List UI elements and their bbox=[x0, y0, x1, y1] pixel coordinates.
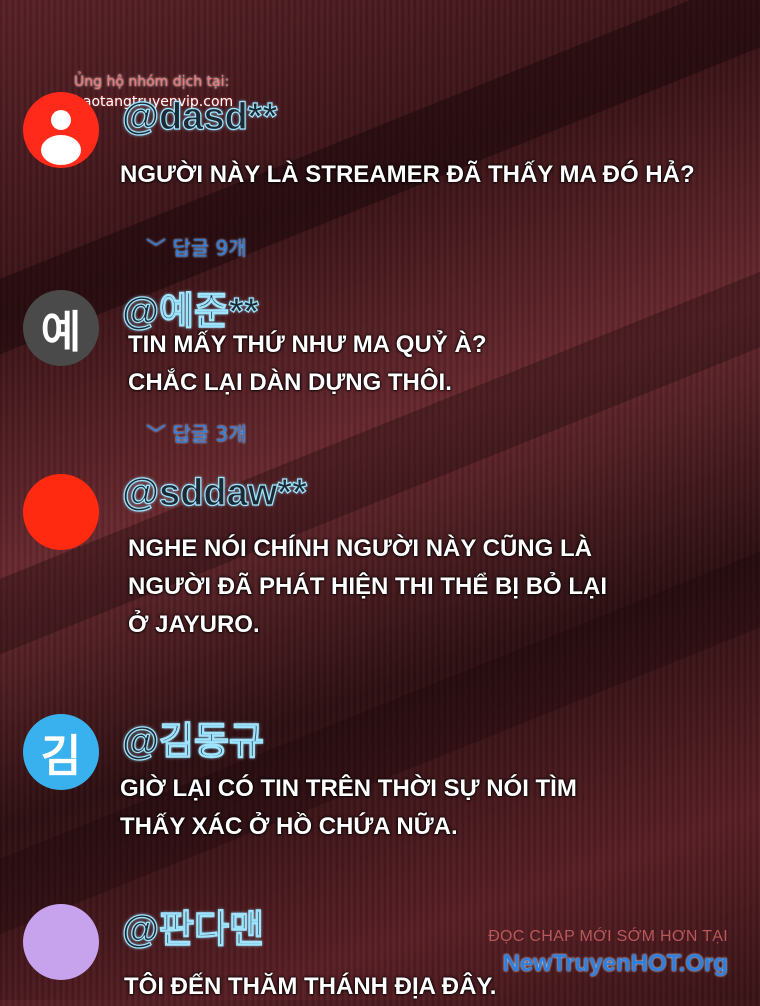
username[interactable]: @판다맨 bbox=[121, 898, 264, 953]
username[interactable]: @김동규 bbox=[121, 710, 264, 765]
comment-text: NGƯỜI NÀY LÀ STREAMER ĐÃ THẤY MA ĐÓ HẢ? bbox=[120, 161, 695, 188]
comment-text: NGHE NÓI CHÍNH NGƯỜI NÀY CŨNG LÀ NGƯỜI Đ… bbox=[128, 535, 608, 638]
comment-text: GIỜ LẠI CÓ TIN TRÊN THỜI SỰ NÓI TÌM THẤY… bbox=[120, 775, 577, 840]
username[interactable]: @dasd** bbox=[121, 95, 278, 139]
watermark-line1: Ủng hộ nhóm dịch tại: bbox=[74, 74, 230, 90]
username[interactable]: @sddaw** bbox=[121, 471, 307, 515]
avatar[interactable]: 김 bbox=[23, 714, 99, 790]
avatar[interactable] bbox=[23, 92, 99, 168]
comment-text: TIN MẤY THỨ NHƯ MA QUỶ À? CHẮC LẠI DÀN D… bbox=[128, 331, 487, 396]
watermark-site: NewTruyenHOT.Org bbox=[502, 950, 728, 977]
replies-link[interactable]: ﹀ 답글 9개 bbox=[146, 232, 247, 261]
site-watermark: ĐỌC CHAP MỚI SỚM HƠN TẠI NewTruyenHOT.Or… bbox=[488, 928, 728, 978]
avatar[interactable] bbox=[23, 474, 99, 550]
avatar[interactable] bbox=[23, 904, 99, 980]
watermark-tagline: ĐỌC CHAP MỚI SỚM HƠN TẠI bbox=[488, 928, 728, 945]
replies-link[interactable]: ﹀ 답글 3개 bbox=[146, 418, 247, 447]
comment-text: TÔI ĐẾN THĂM THÁNH ĐỊA ĐÂY. bbox=[124, 973, 497, 1000]
person-icon bbox=[41, 110, 81, 165]
avatar[interactable]: 예 bbox=[23, 290, 99, 366]
